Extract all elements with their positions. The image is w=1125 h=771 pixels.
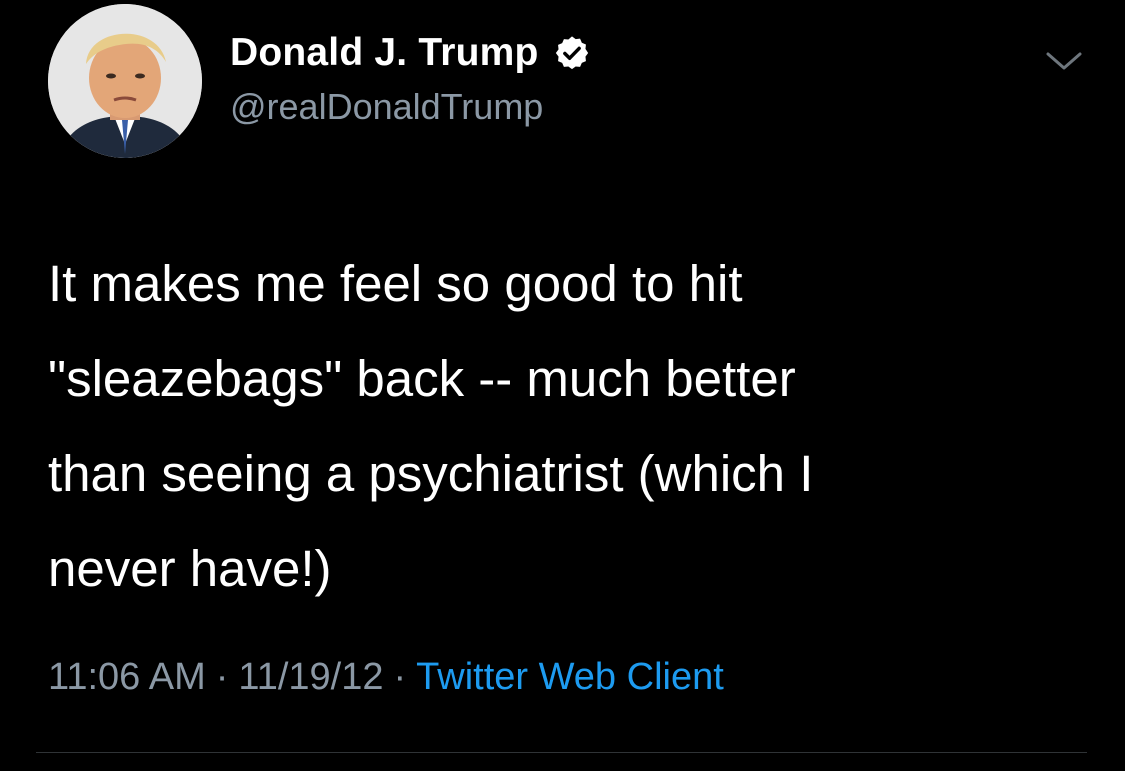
- author-name-row[interactable]: Donald J. Trump: [230, 28, 591, 78]
- tweet-date[interactable]: 11/19/12: [238, 656, 383, 699]
- tweet-meta: 11:06 AM · 11/19/12 · Twitter Web Client: [48, 656, 724, 699]
- meta-separator: ·: [393, 656, 407, 698]
- display-name[interactable]: Donald J. Trump: [230, 31, 539, 75]
- tweet-time[interactable]: 11:06 AM: [48, 656, 206, 699]
- meta-separator: ·: [215, 656, 229, 698]
- verified-badge-icon: [553, 34, 591, 72]
- tweet-text: It makes me feel so good to hit "sleazeb…: [48, 255, 814, 597]
- author-handle[interactable]: @realDonaldTrump: [230, 86, 543, 128]
- divider: [36, 752, 1087, 753]
- tweet-card: Donald J. Trump @realDonaldTrump It make…: [0, 0, 1125, 771]
- chevron-down-icon[interactable]: [1044, 50, 1084, 74]
- avatar-portrait-icon: [48, 4, 202, 158]
- avatar[interactable]: [48, 4, 202, 158]
- tweet-source-link[interactable]: Twitter Web Client: [416, 656, 724, 699]
